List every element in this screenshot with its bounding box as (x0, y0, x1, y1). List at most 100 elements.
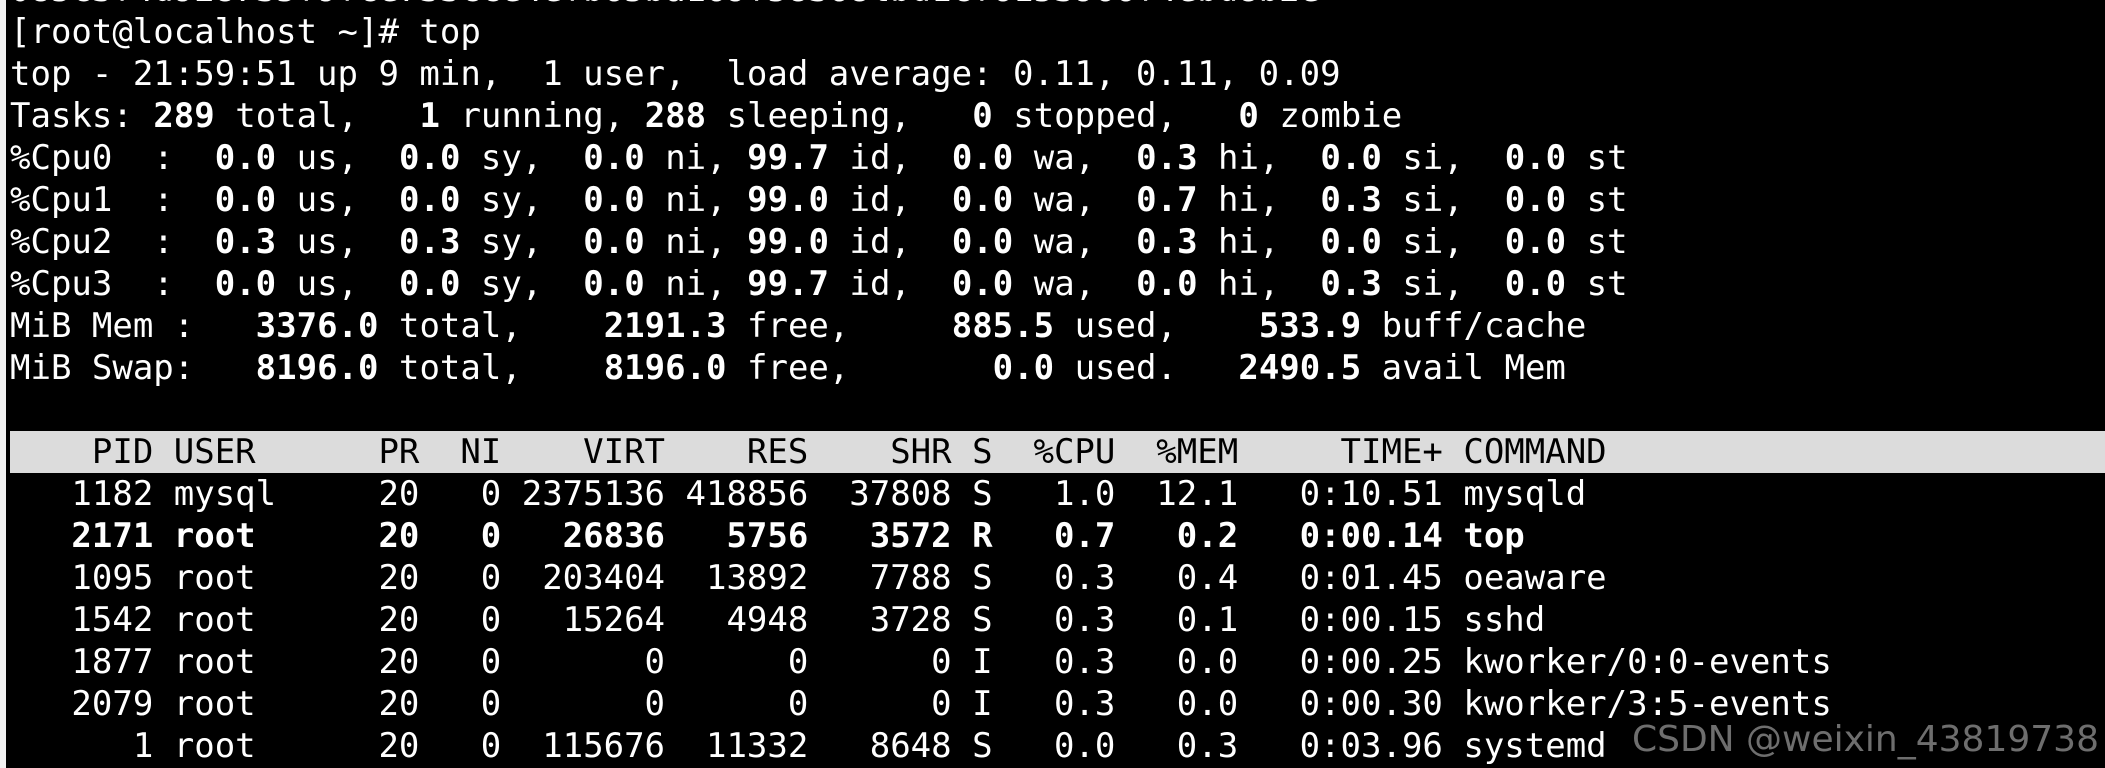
cpu-id: 99.7 (747, 138, 829, 178)
cpu-ni-label: ni, (665, 264, 727, 304)
cpu-us: 0.3 (214, 222, 277, 262)
cpu-st-label: st (1586, 180, 1628, 220)
cpu-si-label: si, (1402, 138, 1464, 178)
process-row[interactable]: 1877 root 20 0 0 0 0 I 0.3 0.0 0:00.25 k… (10, 641, 2105, 683)
cpu-wa: 0.0 (951, 180, 1014, 220)
cpu-si-label: si, (1402, 264, 1464, 304)
mem-used-label: used, (1074, 306, 1177, 346)
cpu-us: 0.0 (214, 264, 277, 304)
cpu-hi-label: hi, (1218, 264, 1280, 304)
tasks-stopped: 0 (972, 96, 993, 136)
cpu-si-label: si, (1402, 222, 1464, 262)
swap-free: 8196.0 (603, 348, 727, 388)
cpu-label: %Cpu2 : (10, 222, 174, 262)
swap-total: 8196.0 (255, 348, 379, 388)
cpu-ni-label: ni, (665, 138, 727, 178)
cpu-ni-label: ni, (665, 222, 727, 262)
cpu2-line: %Cpu2 : 0.3 us, 0.3 sy, 0.0 ni, 99.0 id,… (10, 221, 2105, 263)
cpu-wa-label: wa, (1033, 138, 1096, 178)
cpu-sy: 0.0 (399, 138, 461, 178)
process-row[interactable]: 1542 root 20 0 15264 4948 3728 S 0.3 0.1… (10, 599, 2105, 641)
cpu-wa: 0.0 (951, 264, 1014, 304)
cpu-sy-label: sy, (480, 138, 543, 178)
cpu-us-label: us, (296, 222, 359, 262)
top-uptime-line: top - 21:59:51 up 9 min, 1 user, load av… (10, 54, 1341, 94)
swap-line: MiB Swap: 8196.0 total, 8196.0 free, 0.0… (10, 347, 2105, 389)
mem-line: MiB Mem : 3376.0 total, 2191.3 free, 885… (10, 305, 2105, 347)
cpu-ni-label: ni, (665, 180, 727, 220)
cpu-st: 0.0 (1504, 138, 1567, 178)
cpu-label: %Cpu1 : (10, 180, 174, 220)
cpu-ni: 0.0 (583, 180, 645, 220)
tasks-label: Tasks: (10, 96, 133, 136)
cpu-ni: 0.0 (583, 264, 645, 304)
tasks-line: Tasks: 289 total, 1 running, 288 sleepin… (10, 95, 2105, 137)
cpu-us: 0.0 (214, 138, 277, 178)
cpu-sy: 0.0 (399, 180, 461, 220)
cpu-hi-label: hi, (1218, 222, 1280, 262)
cpu-ni: 0.0 (583, 222, 645, 262)
cpu-label: %Cpu3 : (10, 264, 174, 304)
cpu-st: 0.0 (1504, 180, 1567, 220)
cpu-id: 99.7 (747, 264, 829, 304)
cpu-us-label: us, (296, 264, 359, 304)
cpu-sy-label: sy, (480, 222, 543, 262)
swap-free-label: free, (747, 348, 850, 388)
cpu-st: 0.0 (1504, 264, 1567, 304)
tasks-zombie: 0 (1238, 96, 1259, 136)
process-row[interactable]: 1095 root 20 0 203404 13892 7788 S 0.3 0… (10, 557, 2105, 599)
csdn-watermark: CSDN @weixin_43819738 (1631, 719, 2099, 760)
cpu-si: 0.3 (1320, 180, 1382, 220)
cpu-wa: 0.0 (951, 222, 1014, 262)
mem-free: 2191.3 (603, 306, 727, 346)
cpu0-line: %Cpu0 : 0.0 us, 0.0 sy, 0.0 ni, 99.7 id,… (10, 137, 2105, 179)
swap-used-label: used. (1074, 348, 1177, 388)
cpu-wa-label: wa, (1033, 264, 1096, 304)
cpu-sy-label: sy, (480, 264, 543, 304)
cpu-id-label: id, (849, 264, 911, 304)
process-row[interactable]: 1182 mysql 20 0 2375136 418856 37808 S 1… (10, 473, 2105, 515)
cpu-hi-label: hi, (1218, 180, 1280, 220)
swap-avail-label: avail Mem (1381, 348, 1566, 388)
cpu-label: %Cpu0 : (10, 138, 174, 178)
tasks-running-label: running, (460, 96, 625, 136)
cpu-hi: 0.0 (1136, 264, 1198, 304)
cpu-hi: 0.3 (1136, 222, 1198, 262)
swap-used: 0.0 (992, 348, 1055, 388)
process-row[interactable]: 2171 root 20 0 26836 5756 3572 R 0.7 0.2… (10, 515, 2105, 557)
terminal-output[interactable]: 085c3f4d928735f9fce733cce4efb65ba169f583… (10, 0, 2105, 767)
cpu-hi: 0.3 (1136, 138, 1198, 178)
cpu-sy: 0.3 (399, 222, 461, 262)
cpu-st: 0.0 (1504, 222, 1567, 262)
cpu-si-label: si, (1402, 180, 1464, 220)
cpu-us-label: us, (296, 138, 359, 178)
cpu3-line: %Cpu3 : 0.0 us, 0.0 sy, 0.0 ni, 99.7 id,… (10, 263, 2105, 305)
mem-total-label: total, (398, 306, 522, 346)
tasks-total-label: total, (235, 96, 359, 136)
cpu-ni: 0.0 (583, 138, 645, 178)
cpu-si: 0.3 (1320, 264, 1382, 304)
cpu-id-label: id, (849, 180, 911, 220)
cpu-st-label: st (1586, 222, 1628, 262)
cpu-id-label: id, (849, 138, 911, 178)
cpu-st-label: st (1586, 264, 1628, 304)
cpu-st-label: st (1586, 138, 1628, 178)
tasks-sleeping-label: sleeping, (726, 96, 911, 136)
cpu-wa-label: wa, (1033, 222, 1096, 262)
swap-label: MiB Swap: (10, 348, 195, 388)
tasks-total: 289 (153, 96, 215, 136)
cpu-id: 99.0 (747, 222, 829, 262)
cpu1-line: %Cpu1 : 0.0 us, 0.0 sy, 0.0 ni, 99.0 id,… (10, 179, 2105, 221)
mem-buff: 533.9 (1258, 306, 1362, 346)
mem-free-label: free, (747, 306, 850, 346)
swap-total-label: total, (398, 348, 522, 388)
process-table-header[interactable]: PID USER PR NI VIRT RES SHR S %CPU %MEM … (10, 431, 2105, 473)
cpu-hi: 0.7 (1136, 180, 1198, 220)
cpu-id-label: id, (849, 222, 911, 262)
cpu-us-label: us, (296, 180, 359, 220)
cpu-id: 99.0 (747, 180, 829, 220)
cpu-hi-label: hi, (1218, 138, 1280, 178)
container-hash-line: 085c3f4d928735f9fce733cce4efb65ba169f583… (10, 0, 2105, 11)
cpu-us: 0.0 (214, 180, 277, 220)
